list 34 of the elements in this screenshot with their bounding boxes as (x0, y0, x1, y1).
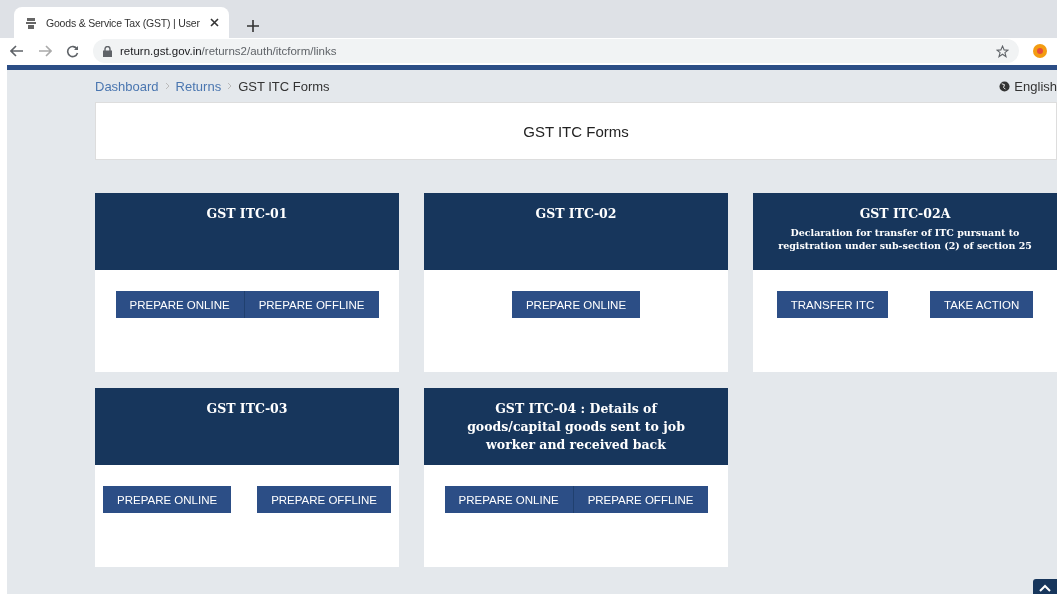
scroll-top-button[interactable] (1033, 579, 1057, 594)
breadcrumb-current: GST ITC Forms (238, 78, 330, 94)
action-button[interactable]: PREPARE OFFLINE (243, 291, 379, 318)
extension-icon[interactable] (1033, 44, 1047, 58)
star-icon[interactable] (996, 44, 1009, 58)
new-tab-icon[interactable] (247, 20, 259, 32)
emblem-icon (24, 15, 38, 30)
chevron-icon (227, 82, 233, 90)
url-text: return.gst.gov.in/returns2/auth/itcform/links (120, 45, 337, 57)
breadcrumb-link[interactable]: Returns (175, 78, 222, 94)
close-icon[interactable] (210, 18, 219, 27)
card-title: GST ITC-02 (534, 205, 618, 223)
action-button[interactable]: PREPARE ONLINE (115, 291, 244, 318)
action-button[interactable]: TAKE ACTION (930, 291, 1034, 318)
page-title: GST ITC Forms (95, 102, 1057, 160)
action-button[interactable]: PREPARE ONLINE (511, 291, 641, 318)
action-button[interactable]: PREPARE ONLINE (444, 486, 573, 513)
globe-icon (999, 80, 1011, 92)
card-title: GST ITC-03 (205, 400, 289, 418)
action-button[interactable]: PREPARE OFFLINE (572, 486, 708, 513)
action-button[interactable]: PREPARE ONLINE (103, 486, 232, 513)
chevron-icon (164, 82, 170, 90)
card-title: GST ITC-02A (858, 205, 952, 223)
card-title: GST ITC-01 (205, 205, 289, 223)
action-button[interactable]: PREPARE OFFLINE (257, 486, 391, 513)
back-icon[interactable] (10, 45, 24, 57)
address-bar[interactable]: return.gst.gov.in/returns2/auth/itcform/links (93, 39, 1019, 63)
language-link[interactable]: English (1014, 78, 1057, 94)
action-button[interactable]: TRANSFER ITC (776, 291, 889, 318)
breadcrumb-link[interactable]: Dashboard (95, 78, 159, 94)
card-subtitle: Declaration for transfer of ITC pursuant to registration under sub-section (2) of section 25 (777, 226, 1033, 252)
card-title: GST ITC-04 : Details of goods/capital goods sent to job worker and received back (466, 400, 686, 454)
lock-icon (103, 45, 112, 57)
reload-icon[interactable] (66, 44, 79, 58)
